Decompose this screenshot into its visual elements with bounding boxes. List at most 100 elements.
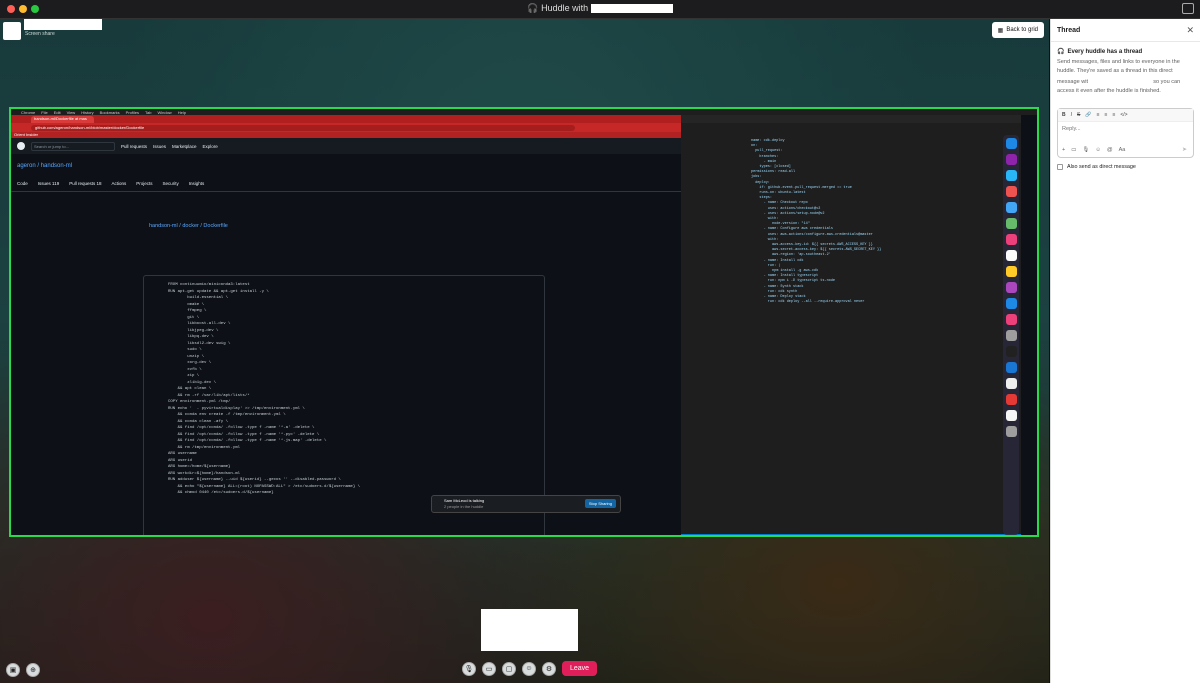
window-title: 🎧 Huddle with (0, 3, 1200, 14)
launchpad-icon (1005, 154, 1017, 165)
huddle-mini-window: Sam McLeod is talking 2 people in the hu… (431, 495, 621, 513)
shared-browser-window: handson-ml/Dockerfile at mas github.com/… (11, 115, 681, 535)
back-to-grid-label: Back to grid (1006, 27, 1038, 33)
shared-editor-window: name: cdk-deploy on: pull_request: branch… (681, 115, 1021, 535)
browser-toolbar: github.com/ageron/handson-ml/blob/master… (11, 123, 681, 132)
back-to-grid-button[interactable]: ▦ Back to grid (991, 22, 1044, 38)
chrome-icon (1005, 186, 1017, 197)
invite-icon[interactable]: ⊕ (26, 663, 40, 677)
thread-title: Thread (1057, 26, 1081, 34)
mention-icon[interactable]: @ (1107, 147, 1113, 153)
code-lines: FROM continuumio/miniconda3:latest RUN ap… (144, 276, 544, 497)
chat-icon[interactable]: ▣ (6, 663, 20, 677)
shared-screen[interactable]: Chrome File Edit View History Bookmarks … (9, 107, 1039, 537)
maps-icon (1005, 218, 1017, 229)
huddle-controls: 🎙 ▭ ▢ ☺ ⚙ Leave (462, 661, 598, 676)
repo-tab: Pull requests 18 (69, 181, 102, 186)
browser-tab: handson-ml/Dockerfile at mas (31, 116, 94, 123)
calendar-icon (1005, 250, 1017, 261)
github-nav-item: Explore (202, 143, 218, 149)
format-toolbar: B I S 🔗 ≡ ≡ ≡ </> (1058, 109, 1193, 122)
menu-item: View (66, 109, 76, 115)
bold-icon[interactable]: B (1062, 112, 1066, 118)
textedit-icon (1005, 378, 1017, 389)
safari-icon (1005, 170, 1017, 181)
music-icon (1005, 394, 1017, 405)
repo-tab: Insights (188, 181, 205, 186)
mic-icon[interactable]: 🎙 (1082, 147, 1089, 153)
editor-statusbar (681, 534, 1021, 535)
menu-item: Help (177, 109, 186, 115)
editor-code: name: cdk-deploy on: pull_request: branch… (751, 139, 881, 306)
strikethrough-icon[interactable]: S (1077, 112, 1080, 118)
link-icon[interactable]: 🔗 (1085, 112, 1091, 118)
thread-header: Thread ✕ (1051, 19, 1200, 42)
menu-item: Chrome (21, 109, 36, 115)
close-icon[interactable]: ✕ (1186, 25, 1194, 36)
video-icon[interactable]: ▭ (482, 661, 496, 676)
also-send-label: Also send as direct message (1067, 164, 1136, 170)
calendar-icon (1005, 410, 1017, 421)
send-icon[interactable]: ➤ (1182, 146, 1187, 153)
leave-button[interactable]: Leave (562, 661, 598, 676)
thread-info: 🎧 Every huddle has a thread Send message… (1051, 42, 1200, 102)
repo-tab: Projects (136, 181, 153, 186)
screen-share-icon[interactable]: ▢ (502, 661, 516, 676)
code-icon[interactable]: </> (1120, 112, 1127, 118)
thread-info-title: Every huddle has a thread (1067, 48, 1143, 55)
github-nav-item: Issues (153, 143, 167, 149)
thread-info-body: Send messages, files and links to everyo… (1057, 58, 1194, 96)
browser-tabstrip: handson-ml/Dockerfile at mas (11, 115, 681, 123)
menu-item: Profiles (125, 109, 140, 115)
grid-icon: ▦ (997, 27, 1004, 34)
menu-item: Edit (53, 109, 61, 115)
self-video-tile (481, 609, 578, 651)
mic-icon[interactable]: 🎙 (462, 661, 476, 676)
podcasts-icon (1005, 282, 1017, 293)
thread-panel: Thread ✕ 🎧 Every huddle has a thread Sen… (1050, 19, 1200, 683)
editor-tabs (681, 115, 1021, 123)
repo-tab: Actions (111, 181, 127, 186)
slack-icon (1005, 314, 1017, 325)
ordered-list-icon[interactable]: ≡ (1097, 112, 1100, 118)
file-path: handson-ml / docker / Dockerfile (149, 223, 228, 229)
plus-icon[interactable]: + (1062, 147, 1065, 153)
repo-tab: Issues 119 (37, 181, 60, 186)
mail-icon (1005, 202, 1017, 213)
presenter-subtitle: Screen share (25, 31, 55, 37)
blockquote-icon[interactable]: ≡ (1112, 112, 1115, 118)
format-icon[interactable]: Aa (1119, 147, 1126, 153)
italic-icon[interactable]: I (1071, 112, 1072, 118)
github-header: Search or jump to... Pull requests Issue… (11, 138, 681, 154)
reply-input[interactable] (1062, 126, 1182, 132)
presenter-name-redacted (24, 19, 102, 30)
menu-item: History (81, 109, 94, 115)
menu-item: File (41, 109, 48, 115)
also-send-checkbox[interactable] (1057, 164, 1063, 170)
popout-icon[interactable] (1182, 3, 1194, 14)
repo-tab: Code (17, 181, 28, 186)
presenter-avatar (3, 22, 21, 40)
window-title-prefix: 🎧 Huddle with (527, 3, 589, 13)
video-icon[interactable]: ▭ (1071, 147, 1076, 153)
repo-tabs: Code Issues 119 Pull requests 18 Actions… (17, 181, 204, 186)
gear-icon[interactable]: ⚙ (542, 661, 556, 676)
huddle-stage: Screen share ▦ Back to grid Chrome File … (0, 19, 1049, 683)
photos-icon (1005, 234, 1017, 245)
emoji-icon[interactable]: ☺ (1095, 147, 1101, 153)
also-send-row: Also send as direct message (1057, 164, 1194, 170)
vscode-icon (1005, 362, 1017, 373)
github-nav-item: Pull requests (121, 143, 148, 149)
stop-sharing-button: Stop Sharing (584, 499, 616, 508)
bullet-list-icon[interactable]: ≡ (1105, 112, 1108, 118)
menu-item: Tab (145, 109, 152, 115)
redacted-name (590, 4, 673, 14)
menu-item: Window (157, 109, 172, 115)
app-store-icon (1005, 298, 1017, 309)
reaction-icon[interactable]: ☺ (522, 661, 536, 676)
huddle-count: 2 people in the huddle (444, 504, 484, 509)
github-search: Search or jump to... (31, 141, 115, 151)
url-bar: github.com/ageron/handson-ml/blob/master… (31, 124, 575, 131)
github-nav-item: Marketplace (172, 143, 197, 149)
github-logo-icon (17, 142, 25, 150)
